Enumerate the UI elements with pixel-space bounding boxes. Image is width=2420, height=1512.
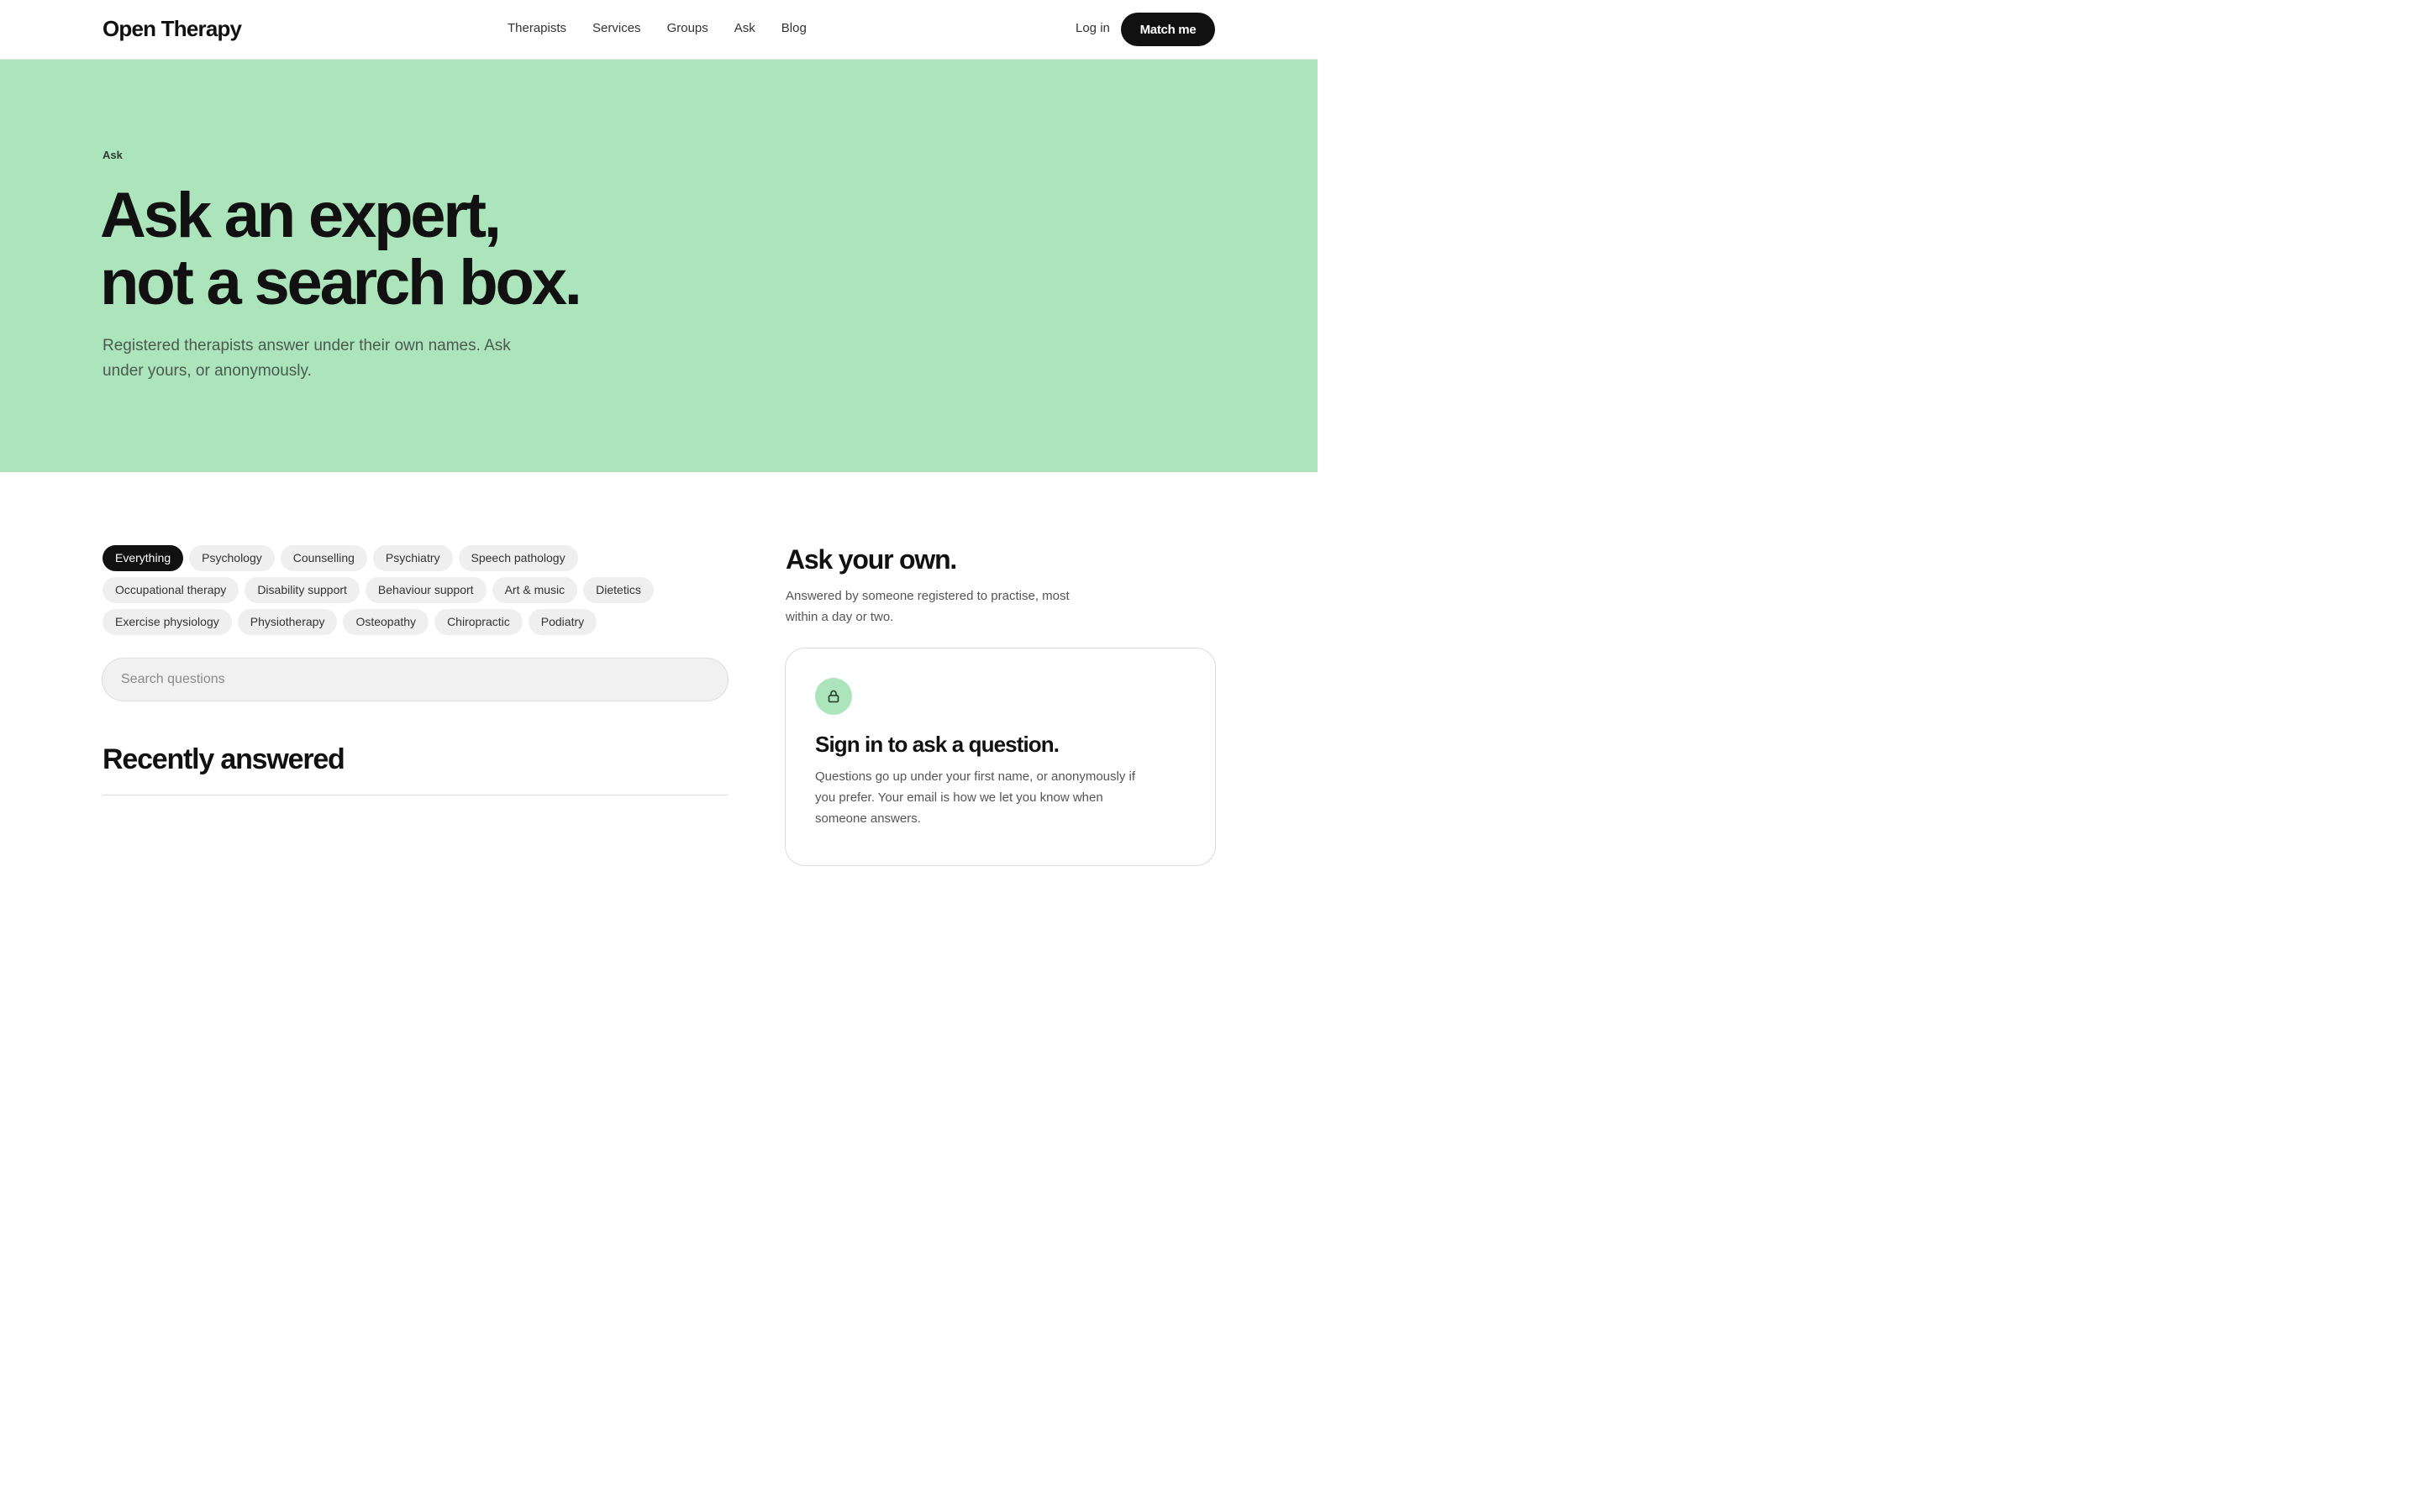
ask-subtitle: Answered by someone registered to practi… (786, 589, 1070, 624)
chip-physiotherapy[interactable]: Physiotherapy (237, 609, 338, 635)
nav-link-blog[interactable]: Blog (781, 21, 807, 35)
chip-row: Everything Psychology Counselling Psychi… (103, 545, 691, 571)
hero-title-line-1: Ask an expert, (100, 180, 502, 251)
hero-title: Ask an expert, not a search box. (100, 180, 582, 318)
sign-in-card-text: Questions go up under your first name, o… (815, 769, 1136, 826)
nav-link-services[interactable]: Services (592, 21, 641, 35)
recently-answered-heading: Recently answered (103, 743, 345, 775)
chip-behaviour-support[interactable]: Behaviour support (365, 577, 487, 603)
nav-link-groups[interactable]: Groups (667, 21, 708, 35)
sign-in-card: Sign in to ask a question. Questions go … (785, 648, 1216, 866)
ask-your-own-heading: Ask your own. (786, 544, 957, 575)
chip-psychiatry[interactable]: Psychiatry (372, 545, 453, 571)
chip-psychology[interactable]: Psychology (189, 545, 275, 571)
chip-everything[interactable]: Everything (103, 545, 184, 571)
chip-row: Exercise physiology Physiotherapy Osteop… (103, 609, 691, 635)
site-logo[interactable]: Open Therapy (103, 16, 242, 42)
chip-art-music[interactable]: Art & music (492, 577, 578, 603)
hero-eyebrow: Ask (103, 149, 123, 161)
chip-osteopathy[interactable]: Osteopathy (343, 609, 429, 635)
match-me-button[interactable]: Match me (1121, 13, 1215, 46)
nav-link-therapists[interactable]: Therapists (508, 21, 566, 35)
hero-title-line-2: not a search box. (100, 247, 582, 318)
chip-occupational-therapy[interactable]: Occupational therapy (103, 577, 239, 603)
chip-dietetics[interactable]: Dietetics (583, 577, 654, 603)
chip-row: Occupational therapy Disability support … (103, 577, 691, 603)
hero-section: Ask Ask an expert, not a search box. Reg… (0, 60, 1318, 472)
chip-disability-support[interactable]: Disability support (245, 577, 360, 603)
chip-exercise-physiology[interactable]: Exercise physiology (103, 609, 232, 635)
hero-subtitle: Registered therapists answer under their… (103, 337, 511, 380)
search-questions-input[interactable] (102, 658, 729, 701)
chip-chiropractic[interactable]: Chiropractic (434, 609, 523, 635)
category-filter-chips: Everything Psychology Counselling Psychi… (103, 545, 691, 641)
chip-speech-pathology[interactable]: Speech pathology (458, 545, 578, 571)
chip-podiatry[interactable]: Podiatry (528, 609, 597, 635)
top-navigation-bar: Open Therapy Therapists Services Groups … (0, 0, 1318, 60)
chip-counselling[interactable]: Counselling (280, 545, 367, 571)
login-link[interactable]: Log in (1076, 21, 1110, 35)
sign-in-card-title: Sign in to ask a question. (815, 732, 1060, 757)
nav-link-ask[interactable]: Ask (734, 21, 755, 35)
lock-icon (815, 678, 852, 715)
main-nav: Therapists Services Groups Ask Blog (508, 21, 833, 35)
